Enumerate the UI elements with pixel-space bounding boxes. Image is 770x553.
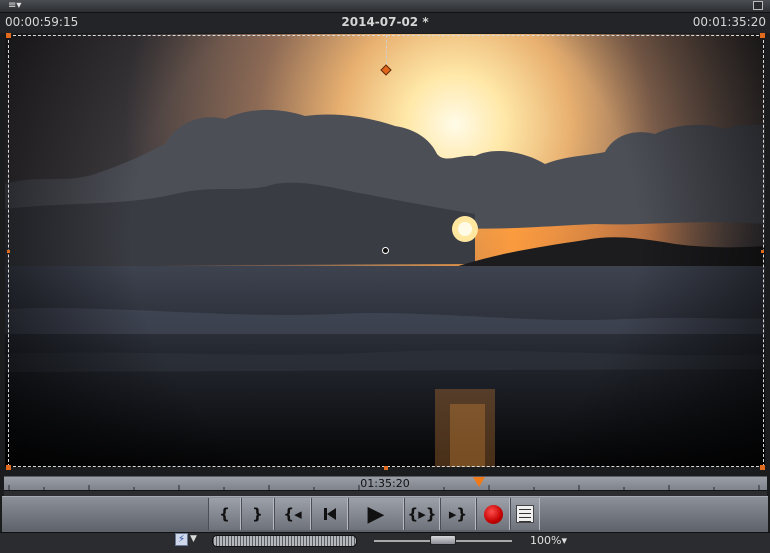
ruler-timecode: 01:35:20 [360, 477, 410, 490]
menu-icon[interactable]: ≡▾ [8, 1, 30, 11]
corner-handle-top-left[interactable] [6, 33, 11, 38]
window-title-strip [0, 0, 770, 13]
jog-wheel[interactable] [212, 535, 357, 547]
mark-in-button[interactable]: { [208, 498, 241, 530]
go-to-mark-out-button[interactable]: ▸} [440, 498, 476, 530]
total-duration-timecode: 00:01:35:20 [692, 15, 766, 29]
record-icon [483, 504, 503, 524]
mark-out-button[interactable]: } [241, 498, 274, 530]
anchor-point-handle[interactable] [382, 247, 389, 254]
preview-bottom-bar [0, 532, 770, 553]
options-button[interactable] [510, 498, 540, 530]
go-to-start-button[interactable] [311, 498, 348, 530]
chevron-down-icon[interactable]: ▼ [190, 534, 197, 544]
go-to-mark-in-button[interactable]: {◂ [274, 498, 311, 530]
skip-back-icon [323, 508, 336, 520]
play-in-to-out-button[interactable]: {▸} [404, 498, 440, 530]
corner-handle-bottom-left[interactable] [6, 465, 11, 470]
lightning-icon[interactable]: ⚡ [175, 533, 188, 546]
list-icon [516, 505, 534, 523]
edge-handle-bottom[interactable] [384, 466, 388, 470]
edge-handle-left[interactable] [7, 250, 10, 253]
corner-handle-bottom-right[interactable] [760, 465, 765, 470]
playhead-marker[interactable] [473, 477, 485, 487]
edge-handle-right[interactable] [761, 250, 764, 253]
corner-handle-top-right[interactable] [760, 33, 765, 38]
zoom-level-dropdown[interactable]: 100%▾ [530, 534, 567, 547]
zoom-slider-thumb[interactable] [430, 535, 456, 545]
play-button[interactable]: ▶ [348, 498, 404, 530]
project-title: 2014-07-02 * [341, 15, 429, 29]
restore-window-icon[interactable] [753, 1, 763, 10]
record-button[interactable] [476, 498, 510, 530]
